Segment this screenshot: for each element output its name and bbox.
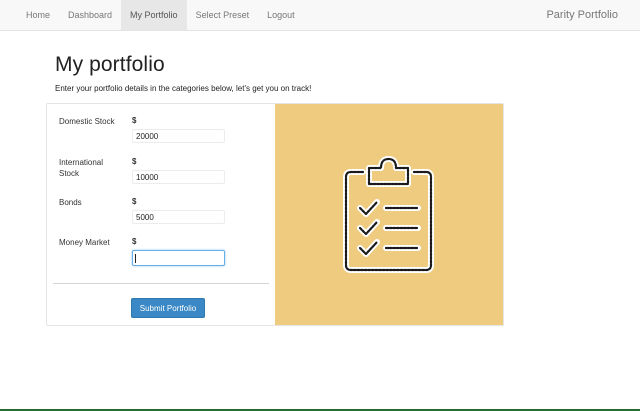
submit-portfolio-button[interactable]: Submit Portfolio xyxy=(131,298,205,318)
currency-symbol: $ xyxy=(132,116,137,125)
nav-links: Home Dashboard My Portfolio Select Prese… xyxy=(17,0,304,30)
page-subtitle: Enter your portfolio details in the cate… xyxy=(55,84,312,93)
field-label: Bonds xyxy=(59,198,82,207)
illustration-panel xyxy=(275,104,503,325)
nav-my-portfolio[interactable]: My Portfolio xyxy=(121,0,187,30)
page: Home Dashboard My Portfolio Select Prese… xyxy=(0,0,640,411)
form-divider xyxy=(53,283,269,284)
currency-symbol: $ xyxy=(132,197,137,206)
currency-symbol: $ xyxy=(132,157,137,166)
international-stock-input[interactable] xyxy=(132,170,225,184)
brand-link[interactable]: Parity Portfolio xyxy=(546,0,618,30)
currency-symbol: $ xyxy=(132,237,137,246)
nav-dashboard[interactable]: Dashboard xyxy=(59,0,121,30)
money-market-input[interactable] xyxy=(132,250,225,266)
field-label: Domestic Stock xyxy=(59,117,115,126)
field-label: Money Market xyxy=(59,238,110,247)
nav-home[interactable]: Home xyxy=(17,0,59,30)
field-label: International Stock xyxy=(59,158,104,178)
nav-logout[interactable]: Logout xyxy=(258,0,304,30)
bonds-input[interactable] xyxy=(132,210,225,224)
domestic-stock-input[interactable] xyxy=(132,129,225,143)
navbar: Home Dashboard My Portfolio Select Prese… xyxy=(0,0,640,31)
portfolio-card: Domestic Stock $ International Stock $ B… xyxy=(46,103,504,326)
text-caret xyxy=(135,254,136,263)
portfolio-form: Domestic Stock $ International Stock $ B… xyxy=(47,104,275,325)
clipboard-checklist-icon xyxy=(343,156,434,273)
page-title: My portfolio xyxy=(55,53,165,76)
nav-select-preset[interactable]: Select Preset xyxy=(187,0,259,30)
